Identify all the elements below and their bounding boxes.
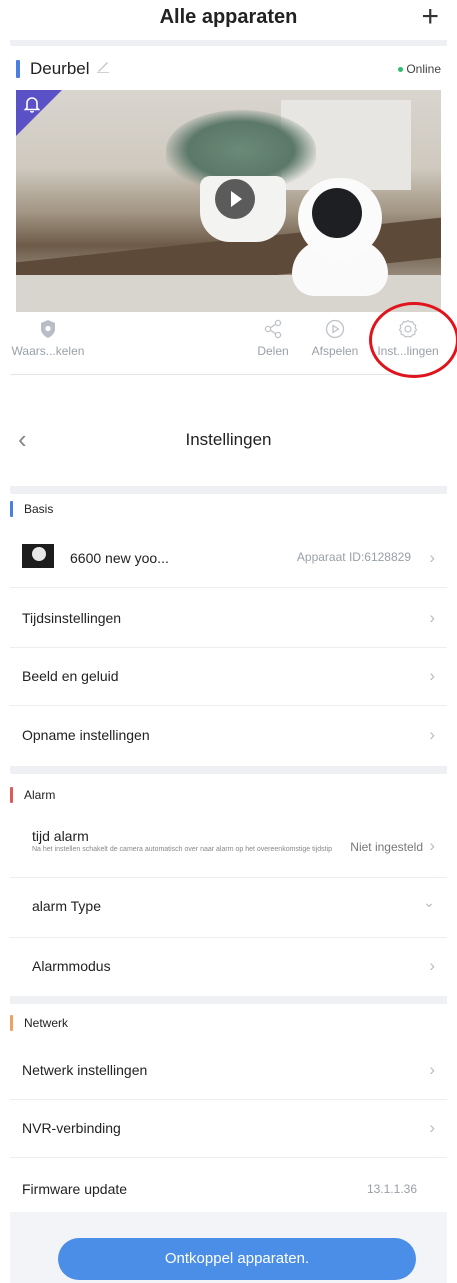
status-text: Online xyxy=(406,62,441,76)
time-settings-row[interactable]: Tijdsinstellingen › xyxy=(10,590,447,648)
plus-icon[interactable]: + xyxy=(421,2,439,32)
recording-label: Opname instellingen xyxy=(22,727,150,743)
chevron-right-icon: › xyxy=(429,956,435,975)
nvr-row[interactable]: NVR-verbinding › xyxy=(10,1100,447,1158)
action-left-label: Waars...kelen xyxy=(11,344,85,358)
device-info-name: 6600 new yoo... xyxy=(70,550,169,566)
image-sound-label: Beeld en geluid xyxy=(22,668,119,684)
highlight-circle xyxy=(369,302,457,378)
section-basis: Basis xyxy=(10,494,447,526)
chevron-right-icon: › xyxy=(429,1118,435,1137)
bottom-bar: Ontkoppel apparaten. xyxy=(10,1212,447,1283)
share-label: Delen xyxy=(257,344,289,358)
divider xyxy=(10,374,430,375)
chevron-right-icon: › xyxy=(429,836,435,855)
section-netwerk: Netwerk xyxy=(10,1008,447,1040)
device-header: Deurbel Online xyxy=(10,56,447,84)
share-icon xyxy=(264,319,282,339)
divider xyxy=(10,40,447,46)
chevron-right-icon: › xyxy=(429,725,435,744)
device-name: Deurbel xyxy=(30,59,90,78)
chevron-right-icon: › xyxy=(429,548,435,567)
firmware-label: Firmware update xyxy=(22,1181,128,1197)
playback-button[interactable]: Afspelen xyxy=(302,318,368,358)
divider xyxy=(10,996,447,1004)
bell-icon[interactable] xyxy=(22,94,42,114)
section-label: Netwerk xyxy=(24,1016,69,1030)
alarm-time-row[interactable]: tijd alarm Na het instellen schakelt de … xyxy=(10,818,447,878)
action-left[interactable]: Waars...kelen xyxy=(10,318,86,358)
play-icon[interactable] xyxy=(215,179,255,219)
section-label: Basis xyxy=(24,502,54,516)
share-button[interactable]: Delen xyxy=(248,318,298,358)
accent-bar xyxy=(16,60,20,78)
alarm-mode-row[interactable]: Alarmmodus › xyxy=(10,938,447,996)
section-bar xyxy=(10,787,13,803)
chevron-down-icon: ⌄ xyxy=(423,894,435,910)
divider xyxy=(10,766,447,774)
chevron-right-icon: › xyxy=(429,666,435,685)
disconnect-button[interactable]: Ontkoppel apparaten. xyxy=(58,1238,416,1280)
video-preview[interactable] xyxy=(16,90,441,312)
alarm-time-description: Na het instellen schakelt de camera auto… xyxy=(32,846,332,853)
settings-title: Instellingen xyxy=(185,430,272,449)
section-alarm: Alarm xyxy=(10,780,447,812)
recording-row[interactable]: Opname instellingen › xyxy=(10,707,447,765)
alarm-time-value: Niet ingesteld xyxy=(350,840,423,854)
page-title: Alle apparaten xyxy=(159,6,298,28)
nvr-label: NVR-verbinding xyxy=(22,1120,121,1136)
chevron-right-icon: › xyxy=(429,608,435,627)
alarm-time-label: tijd alarm xyxy=(32,828,89,844)
device-info-row[interactable]: 6600 new yoo... Apparaat ID:6128829 › xyxy=(10,530,447,588)
playback-icon xyxy=(325,319,345,339)
divider xyxy=(10,486,447,494)
video-camera-lens xyxy=(312,188,362,238)
network-settings-label: Netwerk instellingen xyxy=(22,1062,148,1078)
section-bar xyxy=(10,1015,13,1031)
status-badge: Online xyxy=(398,62,441,76)
alarm-type-row[interactable]: alarm Type ⌄ xyxy=(10,878,447,938)
page: Alle apparaten + Deurbel Online Waars...… xyxy=(0,0,457,1283)
device-list-header: Alle apparaten + xyxy=(0,0,457,40)
section-bar xyxy=(10,501,13,517)
network-settings-row[interactable]: Netwerk instellingen › xyxy=(10,1042,447,1100)
alarm-mode-label: Alarmmodus xyxy=(32,958,111,974)
time-settings-label: Tijdsinstellingen xyxy=(22,610,122,626)
shield-icon xyxy=(41,320,55,338)
online-dot-icon xyxy=(398,67,404,73)
settings-header: ‹ Instellingen xyxy=(0,420,457,464)
chevron-right-icon: › xyxy=(429,1060,435,1079)
section-label: Alarm xyxy=(24,788,56,802)
firmware-version: 13.1.1.36 xyxy=(366,1182,417,1196)
edit-icon[interactable] xyxy=(96,59,110,77)
alarm-type-label: alarm Type xyxy=(32,898,101,914)
firmware-row[interactable]: Firmware update 13.1.1.36 xyxy=(10,1160,447,1212)
playback-label: Afspelen xyxy=(311,344,359,358)
device-id: Apparaat ID:6128829 xyxy=(296,550,411,564)
image-sound-row[interactable]: Beeld en geluid › xyxy=(10,648,447,706)
device-thumbnail xyxy=(22,544,54,568)
